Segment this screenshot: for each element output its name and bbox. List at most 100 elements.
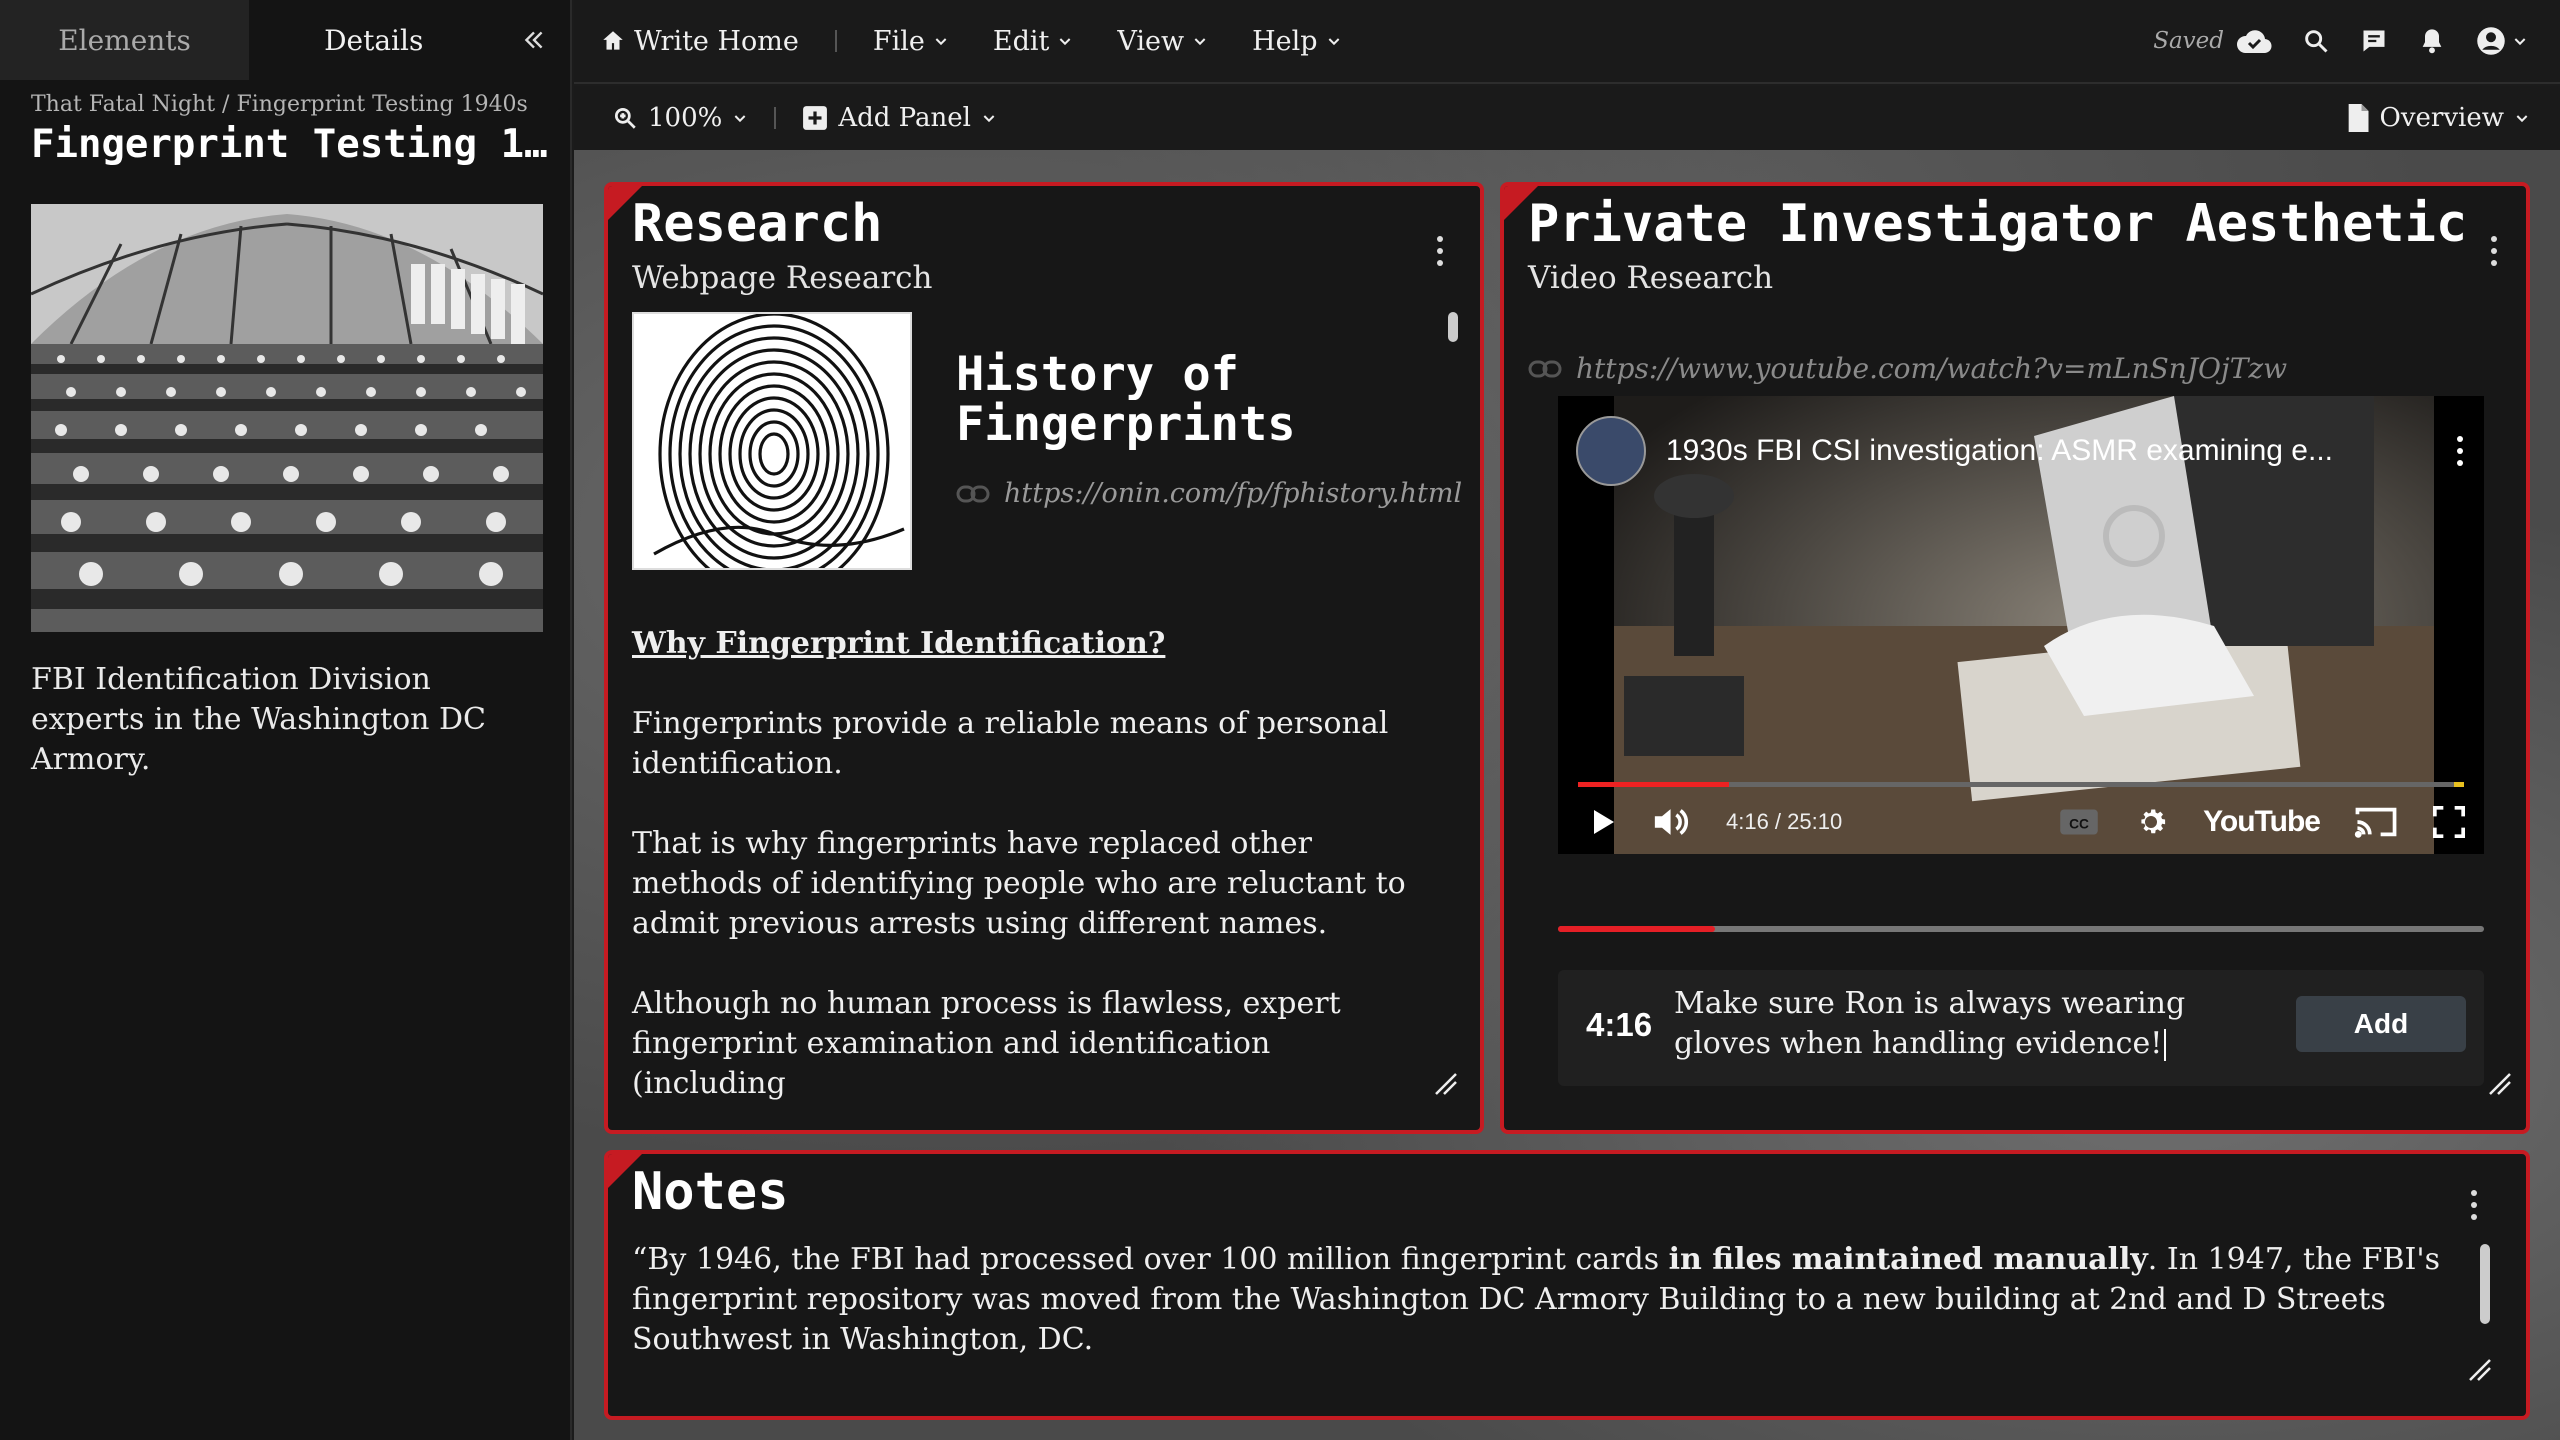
menu-view-label: View	[1117, 25, 1185, 57]
resize-handle-icon[interactable]	[1432, 1070, 1458, 1096]
overview-label: Overview	[2379, 103, 2504, 133]
save-status: Saved	[2153, 27, 2272, 55]
settings-gear-icon[interactable]	[2133, 804, 2169, 840]
menu-right-group: Saved	[2153, 26, 2560, 56]
video-buffer-marker	[2454, 782, 2464, 787]
menu-help[interactable]: Help	[1252, 26, 1341, 57]
document-icon	[2348, 104, 2369, 132]
webpage-link[interactable]: https://onin.com/fp/fphistory.html	[956, 478, 1462, 509]
captions-icon[interactable]: CC	[2059, 807, 2099, 837]
video-menu-icon[interactable]	[2454, 436, 2466, 466]
panel-menu-icon[interactable]	[2468, 1190, 2480, 1220]
element-caption: FBI Identification Division experts in t…	[31, 662, 487, 777]
plus-square-icon	[803, 106, 828, 130]
cast-icon[interactable]	[2354, 805, 2398, 839]
content-heading[interactable]: Why Fingerprint Identification?	[632, 624, 1432, 664]
element-title: Fingerprint Testing 1...	[31, 122, 551, 167]
menu-file-label: File	[872, 25, 925, 57]
menu-help-label: Help	[1252, 25, 1318, 57]
video-panel: Private Investigator Aesthetic Video Res…	[1500, 182, 2530, 1134]
panel-title: Notes	[632, 1162, 789, 1222]
collapse-sidebar-button[interactable]	[498, 0, 570, 80]
notes-panel: Notes “By 1946, the FBI had processed ov…	[604, 1150, 2530, 1420]
link-icon	[956, 485, 990, 502]
write-home-label: Write Home	[634, 25, 799, 57]
add-panel-label: Add Panel	[838, 103, 971, 133]
chevron-down-icon	[2514, 38, 2526, 46]
toolbar: 100% Add Panel Overview	[574, 86, 2560, 150]
toolbar-divider	[774, 107, 777, 129]
saved-label: Saved	[2153, 28, 2224, 54]
zoom-icon	[614, 107, 636, 129]
note-input-text: Make sure Ron is always wearing gloves w…	[1674, 986, 2186, 1061]
play-icon[interactable]	[1586, 805, 1618, 839]
scrubber-fill	[1558, 926, 1716, 932]
breadcrumb[interactable]: That Fatal Night / Fingerprint Testing 1…	[31, 92, 528, 117]
panel-title: Private Investigator Aesthetic	[1528, 194, 2468, 254]
account-menu[interactable]	[2476, 26, 2528, 56]
menu-divider	[834, 30, 837, 52]
panel-menu-icon[interactable]	[2488, 236, 2500, 266]
menu-file[interactable]: File	[873, 26, 949, 57]
menu-edit[interactable]: Edit	[993, 26, 1073, 57]
zoom-select[interactable]: 100%	[612, 103, 748, 133]
video-player[interactable]: 1930s FBI CSI investigation: ASMR examin…	[1558, 396, 2484, 854]
timestamp-scrubber[interactable]	[1558, 926, 2484, 932]
video-progress-bar[interactable]	[1578, 782, 2464, 787]
video-link[interactable]: https://www.youtube.com/watch?v=mLnSnJOj…	[1528, 352, 2287, 385]
timestamp-note-input[interactable]: Make sure Ron is always wearing gloves w…	[1674, 984, 2234, 1064]
add-panel-button[interactable]: Add Panel	[802, 103, 997, 133]
panel-title: Research	[632, 194, 883, 254]
write-home-button[interactable]: Write Home	[600, 26, 799, 57]
video-controls: 4:16 / 25:10 CC YouTube	[1586, 800, 2466, 844]
notes-text: “By 1946, the FBI had processed over 100…	[632, 1242, 1669, 1277]
notes-text-editor[interactable]: “By 1946, the FBI had processed over 100…	[632, 1240, 2462, 1360]
bell-icon[interactable]	[2418, 27, 2446, 55]
tab-details[interactable]: Details	[249, 0, 499, 80]
chevron-down-icon	[734, 115, 746, 123]
sidebar: Elements Details That Fatal Night / Fing…	[0, 0, 572, 1440]
element-image	[31, 204, 543, 632]
content-paragraph: Fingerprints provide a reliable means of…	[632, 706, 1389, 781]
video-header: 1930s FBI CSI investigation: ASMR examin…	[1576, 416, 2466, 486]
menu-edit-label: Edit	[992, 25, 1050, 57]
search-icon[interactable]	[2302, 27, 2330, 55]
scrollbar[interactable]	[1448, 312, 1458, 342]
panel-subtitle: Video Research	[1528, 260, 1774, 296]
scrollbar[interactable]	[2480, 1244, 2490, 1324]
zoom-value: 100%	[648, 103, 723, 133]
youtube-logo[interactable]: YouTube	[2203, 805, 2321, 839]
video-url: https://www.youtube.com/watch?v=mLnSnJOj…	[1576, 352, 2288, 385]
video-title[interactable]: 1930s FBI CSI investigation: ASMR examin…	[1666, 434, 2434, 468]
board-canvas: Research Webpage Research History of Fin…	[574, 150, 2560, 1440]
add-note-button[interactable]: Add	[2296, 996, 2466, 1052]
resize-handle-icon[interactable]	[2466, 1356, 2492, 1382]
cloud-check-icon	[2236, 30, 2272, 54]
chevron-down-icon	[935, 38, 947, 46]
fullscreen-icon[interactable]	[2432, 805, 2466, 839]
sidebar-tabs: Elements Details	[0, 0, 570, 80]
link-icon	[1528, 360, 1562, 377]
volume-icon[interactable]	[1652, 804, 1692, 840]
chevron-down-icon	[1328, 38, 1339, 46]
video-progress-fill	[1578, 782, 1729, 787]
research-panel: Research Webpage Research History of Fin…	[604, 182, 1484, 1134]
panel-menu-icon[interactable]	[1434, 236, 1446, 266]
tab-elements[interactable]: Elements	[0, 0, 250, 80]
webpage-title: History of Fingerprints	[956, 347, 1296, 452]
resize-handle-icon[interactable]	[2486, 1070, 2512, 1096]
webpage-content: Why Fingerprint Identification? Fingerpr…	[632, 624, 1432, 1130]
user-avatar-icon	[2477, 27, 2505, 55]
overview-button[interactable]: Overview	[2346, 103, 2530, 133]
comments-icon[interactable]	[2360, 27, 2388, 55]
home-icon	[603, 31, 623, 50]
double-chevron-left-icon	[524, 31, 543, 49]
chevron-down-icon	[2516, 115, 2528, 123]
notes-text-bold: in files maintained manually	[1668, 1242, 2148, 1277]
text-cursor	[2164, 1029, 2167, 1061]
channel-avatar[interactable]	[1576, 416, 1646, 486]
menu-view[interactable]: View	[1117, 26, 1208, 57]
chevron-down-icon	[983, 115, 995, 123]
panel-subtitle: Webpage Research	[632, 260, 933, 296]
fingerprint-thumbnail	[632, 312, 912, 570]
